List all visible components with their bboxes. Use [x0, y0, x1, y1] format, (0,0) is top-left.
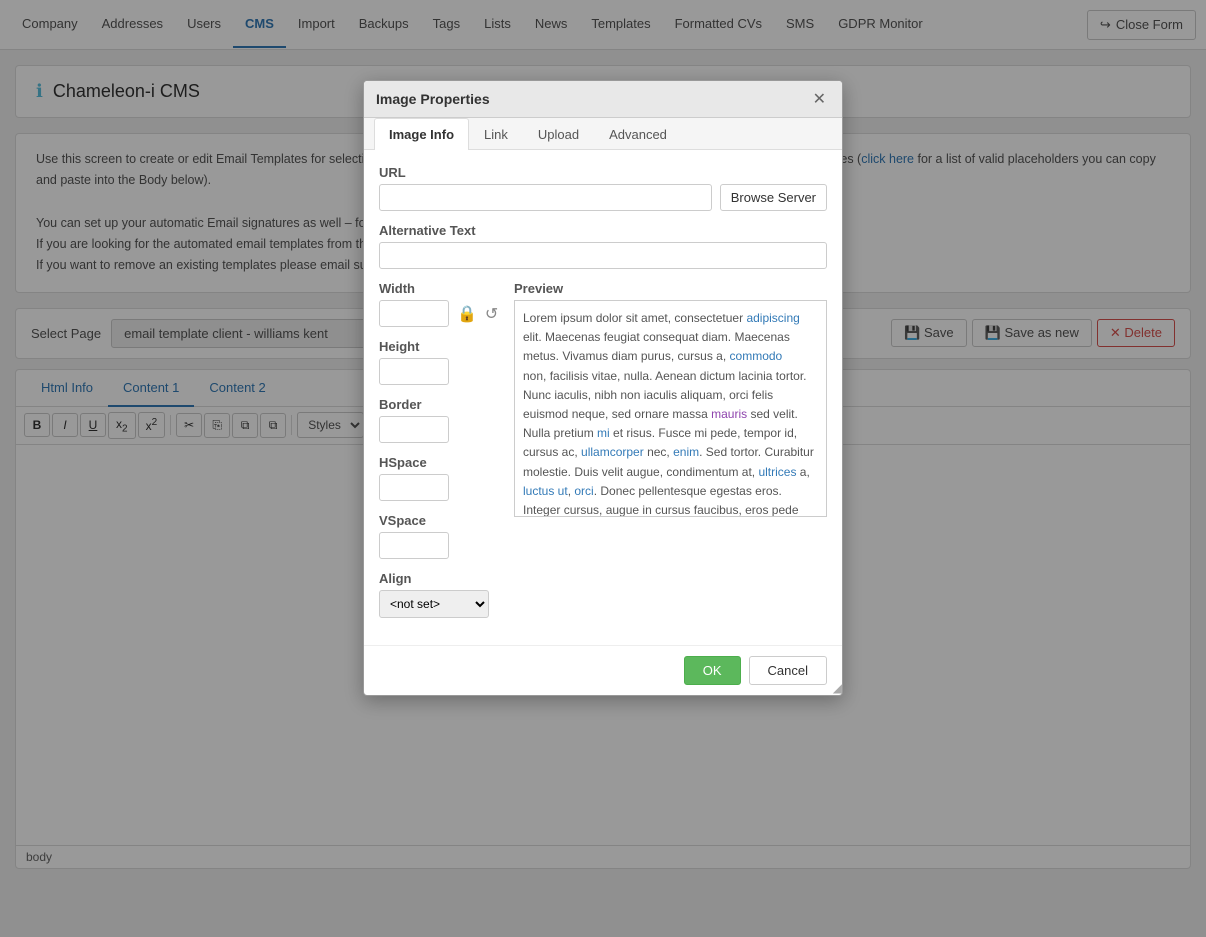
width-label: Width	[379, 281, 499, 296]
modal-title: Image Properties	[376, 91, 490, 107]
vspace-group: VSpace	[379, 513, 499, 559]
modal-body: URL Browse Server Alternative Text Width	[364, 150, 842, 645]
border-label: Border	[379, 397, 499, 412]
image-properties-modal: Image Properties ✕ Image Info Link Uploa…	[363, 80, 843, 696]
height-label: Height	[379, 339, 499, 354]
modal-footer: OK Cancel	[364, 645, 842, 695]
modal-header: Image Properties ✕	[364, 81, 842, 118]
modal-tab-advanced[interactable]: Advanced	[594, 118, 682, 150]
alt-text-label: Alternative Text	[379, 223, 827, 238]
vspace-label: VSpace	[379, 513, 499, 528]
hspace-label: HSpace	[379, 455, 499, 470]
url-input[interactable]	[379, 184, 712, 211]
preview-content: Lorem ipsum dolor sit amet, consectetuer…	[515, 301, 826, 516]
url-group: URL Browse Server	[379, 165, 827, 211]
modal-tab-upload[interactable]: Upload	[523, 118, 594, 150]
align-label: Align	[379, 571, 499, 586]
dimension-row: 🔒 ↺	[379, 300, 499, 327]
width-input[interactable]	[379, 300, 449, 327]
refresh-icon[interactable]: ↺	[485, 304, 498, 324]
preview-label: Preview	[514, 281, 827, 296]
left-col: Width 🔒 ↺ Height Border	[379, 281, 499, 630]
modal-close-button[interactable]: ✕	[809, 89, 830, 109]
align-group: Align <not set> left right center top mi…	[379, 571, 499, 618]
hspace-input[interactable]	[379, 474, 449, 501]
preview-container: Lorem ipsum dolor sit amet, consectetuer…	[514, 300, 827, 517]
ok-button[interactable]: OK	[684, 656, 741, 685]
modal-overlay: Image Properties ✕ Image Info Link Uploa…	[0, 0, 1206, 937]
lock-icon[interactable]: 🔒	[457, 304, 477, 324]
modal-tab-link[interactable]: Link	[469, 118, 523, 150]
alt-text-group: Alternative Text	[379, 223, 827, 269]
width-group: Width 🔒 ↺	[379, 281, 499, 327]
align-select[interactable]: <not set> left right center top middle b…	[379, 590, 489, 618]
border-input[interactable]	[379, 416, 449, 443]
modal-tab-image-info[interactable]: Image Info	[374, 118, 469, 150]
alt-text-input[interactable]	[379, 242, 827, 269]
preview-text: Lorem ipsum dolor sit amet, consectetuer…	[523, 311, 814, 516]
two-col-layout: Width 🔒 ↺ Height Border	[379, 281, 827, 630]
cancel-button[interactable]: Cancel	[749, 656, 827, 685]
url-row: Browse Server	[379, 184, 827, 211]
border-group: Border	[379, 397, 499, 443]
hspace-group: HSpace	[379, 455, 499, 501]
preview-group: Preview Lorem ipsum dolor sit amet, cons…	[514, 281, 827, 517]
right-col: Preview Lorem ipsum dolor sit amet, cons…	[514, 281, 827, 630]
vspace-input[interactable]	[379, 532, 449, 559]
url-label: URL	[379, 165, 827, 180]
height-group: Height	[379, 339, 499, 385]
modal-tabs: Image Info Link Upload Advanced	[364, 118, 842, 150]
browse-server-button[interactable]: Browse Server	[720, 184, 827, 211]
height-input[interactable]	[379, 358, 449, 385]
resize-handle[interactable]: ◢	[828, 681, 842, 695]
